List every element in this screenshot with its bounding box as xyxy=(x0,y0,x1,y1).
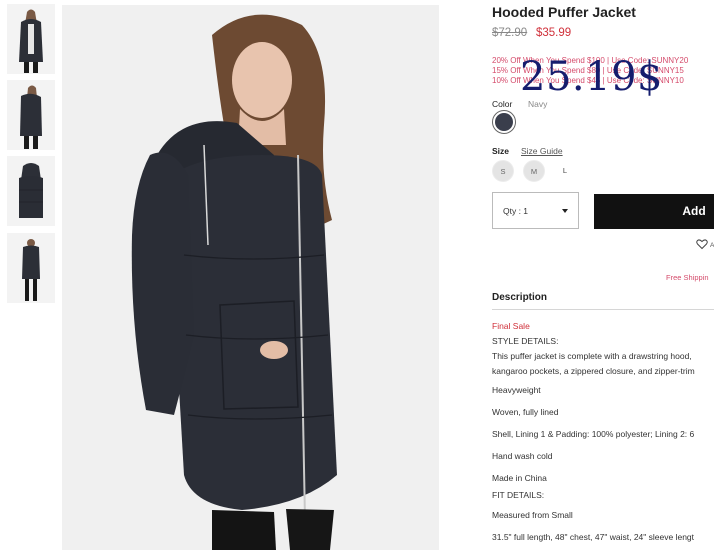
sale-price: $35.99 xyxy=(536,27,572,39)
fabric-detail: Woven, fully lined xyxy=(492,407,559,417)
size-guide-link[interactable]: Size Guide xyxy=(521,146,563,156)
measurements-detail: 31.5" full length, 48" chest, 47" waist,… xyxy=(492,532,695,542)
product-title: Hooded Puffer Jacket xyxy=(492,4,636,20)
color-swatch-navy[interactable] xyxy=(492,110,516,134)
chevron-down-icon xyxy=(562,208,568,213)
swatch-fill xyxy=(495,113,513,131)
final-sale-label: Final Sale xyxy=(492,321,530,331)
style-details-heading: STYLE DETAILS: xyxy=(492,336,559,346)
quantity-label: Qty : 1 xyxy=(503,205,529,216)
size-option-m[interactable]: M xyxy=(523,160,545,182)
heart-icon[interactable] xyxy=(696,238,708,250)
measured-detail: Measured from Small xyxy=(492,510,573,520)
overlay-price-text: 25.19$ xyxy=(520,54,663,100)
size-label: Size xyxy=(492,146,510,156)
style-details-text: kangaroo pockets, a zippered closure, an… xyxy=(492,366,695,376)
free-shipping-text[interactable]: Free Shippin xyxy=(666,273,709,282)
description-heading: Description xyxy=(492,292,548,303)
care-detail: Hand wash cold xyxy=(492,451,553,461)
weight-detail: Heavyweight xyxy=(492,385,541,395)
color-value: Navy xyxy=(528,99,548,109)
product-info-panel: Hooded Puffer Jacket $72.90 $35.99 20% O… xyxy=(492,0,714,550)
size-option-l[interactable]: L xyxy=(554,160,576,182)
thumbnail-side[interactable] xyxy=(7,80,55,150)
thumbnail-full[interactable] xyxy=(7,233,55,303)
thumbnail-front[interactable] xyxy=(7,4,55,74)
content-detail: Shell, Lining 1 & Padding: 100% polyeste… xyxy=(492,429,695,439)
thumbnail-back[interactable] xyxy=(7,156,55,226)
origin-detail: Made in China xyxy=(492,473,547,483)
style-details-text: This puffer jacket is complete with a dr… xyxy=(492,351,692,361)
fit-details-heading: FIT DETAILS: xyxy=(492,490,545,500)
color-label: Color xyxy=(492,99,513,109)
add-to-bag-button[interactable]: Add xyxy=(594,194,714,229)
size-option-s[interactable]: S xyxy=(492,160,514,182)
divider xyxy=(492,309,714,310)
original-price: $72.90 xyxy=(492,27,528,39)
quantity-select[interactable]: Qty : 1 xyxy=(492,192,579,229)
wishlist-label[interactable]: A xyxy=(710,242,714,249)
main-product-image xyxy=(62,5,439,550)
